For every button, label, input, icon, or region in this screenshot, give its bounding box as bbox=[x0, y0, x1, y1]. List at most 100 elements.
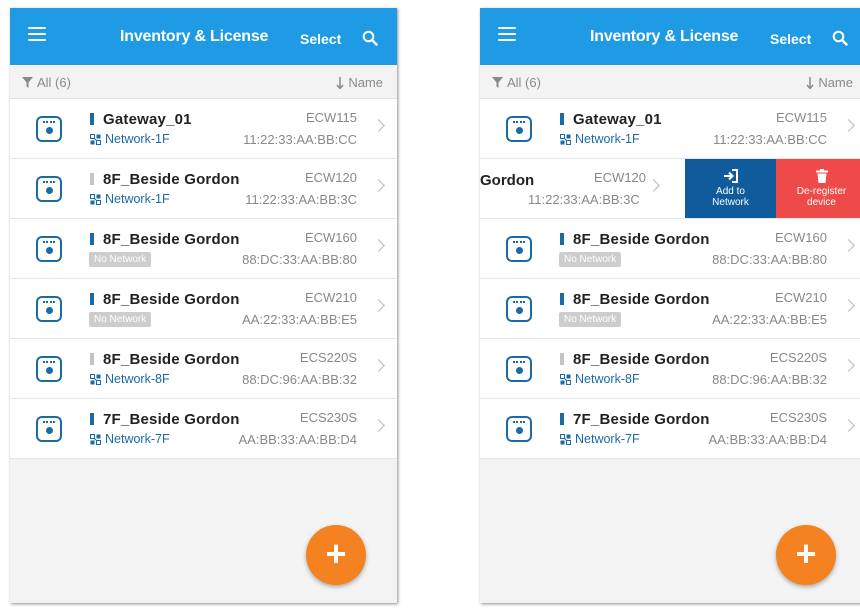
network-link[interactable]: Network-8F bbox=[560, 372, 640, 386]
list-item[interactable]: 8F_Beside Gordon No Network ECW160 88:DC… bbox=[480, 219, 860, 279]
list-item[interactable]: 8F_Beside Gordon Network-8F ECS220S 88:D… bbox=[10, 339, 397, 399]
chevron-right-icon bbox=[842, 359, 855, 372]
device-model: ECW160 bbox=[304, 230, 357, 245]
device-name: Gordon bbox=[480, 172, 535, 189]
network-link[interactable]: Network-1F bbox=[560, 132, 640, 146]
device-mac: AA:BB:33:AA:BB:D4 bbox=[238, 432, 357, 447]
device-mac: 88:DC:96:AA:BB:32 bbox=[242, 372, 357, 387]
add-to-network-label-line1: Add to bbox=[716, 186, 745, 197]
network-icon bbox=[560, 133, 571, 145]
network-link[interactable]: Network-7F bbox=[90, 432, 170, 446]
network-label: Network-8F bbox=[575, 372, 640, 386]
chevron-right-icon bbox=[372, 179, 385, 192]
device-model: ECS220S bbox=[299, 350, 357, 365]
app-bar: Inventory & License Select bbox=[480, 8, 860, 65]
network-link[interactable]: Network-8F bbox=[90, 372, 170, 386]
device-name: 8F_Beside Gordon bbox=[103, 291, 240, 308]
device-model: ECS230S bbox=[769, 410, 827, 425]
filter-button[interactable]: All (6) bbox=[492, 75, 541, 90]
device-mac: 88:DC:33:AA:BB:80 bbox=[712, 252, 827, 267]
network-icon bbox=[90, 433, 101, 445]
device-name: 7F_Beside Gordon bbox=[573, 411, 710, 428]
login-arrow-icon bbox=[723, 169, 738, 183]
access-point-icon bbox=[36, 296, 62, 322]
access-point-icon bbox=[506, 356, 532, 382]
filter-label: All (6) bbox=[507, 75, 541, 90]
no-network-badge: No Network bbox=[559, 312, 622, 327]
filter-bar: All (6) Name bbox=[480, 65, 860, 99]
chevron-right-icon bbox=[372, 299, 385, 312]
device-list: Gateway_01 Network-1F ECW115 11:22:33:AA… bbox=[10, 99, 397, 459]
sort-arrow-icon bbox=[806, 76, 814, 89]
chevron-right-icon bbox=[842, 419, 855, 432]
deregister-label-line2: device bbox=[807, 197, 836, 208]
network-link[interactable]: Network-1F bbox=[90, 132, 170, 146]
add-device-button[interactable]: + bbox=[776, 525, 836, 585]
sort-button[interactable]: Name bbox=[806, 75, 853, 90]
app-bar: Inventory & License Select bbox=[10, 8, 397, 65]
chevron-right-icon bbox=[372, 419, 385, 432]
network-link[interactable]: Network-1F bbox=[90, 192, 170, 206]
status-flag bbox=[90, 413, 94, 425]
device-model: ECS220S bbox=[769, 350, 827, 365]
list-item[interactable]: 8F_Beside Gordon Network-8F ECS220S 88:D… bbox=[480, 339, 860, 399]
device-name: 8F_Beside Gordon bbox=[103, 351, 240, 368]
swiped-list-item[interactable]: Gordon ECW120 11:22:33:AA:BB:3C Add to N… bbox=[480, 159, 860, 219]
add-to-network-button[interactable]: Add to Network bbox=[685, 159, 776, 218]
list-item[interactable]: Gateway_01 Network-1F ECW115 11:22:33:AA… bbox=[480, 99, 860, 159]
network-link[interactable]: Network-7F bbox=[560, 432, 640, 446]
status-flag bbox=[90, 353, 94, 365]
device-mac: 11:22:33:AA:BB:3C bbox=[528, 192, 640, 207]
list-item[interactable]: 8F_Beside Gordon No Network ECW160 88:DC… bbox=[10, 219, 397, 279]
chevron-right-icon bbox=[372, 359, 385, 372]
funnel-icon bbox=[22, 77, 33, 88]
device-list: Gateway_01 Network-1F ECW115 11:22:33:AA… bbox=[480, 99, 860, 459]
list-item[interactable]: 8F_Beside Gordon Network-1F ECW120 11:22… bbox=[10, 159, 397, 219]
device-model: ECW210 bbox=[304, 290, 357, 305]
status-flag bbox=[90, 293, 94, 305]
status-flag bbox=[90, 113, 94, 125]
device-model: ECW160 bbox=[774, 230, 827, 245]
deregister-label-line1: De-register bbox=[796, 186, 847, 197]
filter-bar: All (6) Name bbox=[10, 65, 397, 99]
no-network-badge: No Network bbox=[89, 252, 152, 267]
device-mac: 11:22:33:AA:BB:CC bbox=[713, 132, 827, 147]
status-flag bbox=[560, 293, 564, 305]
list-item[interactable]: 7F_Beside Gordon Network-7F ECS230S AA:B… bbox=[480, 399, 860, 459]
status-flag bbox=[560, 113, 564, 125]
network-label: Network-7F bbox=[105, 432, 170, 446]
device-name: 7F_Beside Gordon bbox=[103, 411, 240, 428]
network-icon bbox=[90, 193, 101, 205]
deregister-device-button[interactable]: De-register device bbox=[776, 159, 860, 218]
sort-button[interactable]: Name bbox=[336, 75, 383, 90]
list-item[interactable]: 7F_Beside Gordon Network-7F ECS230S AA:B… bbox=[10, 399, 397, 459]
filter-button[interactable]: All (6) bbox=[22, 75, 71, 90]
search-icon[interactable] bbox=[362, 30, 378, 46]
access-point-icon bbox=[36, 236, 62, 262]
device-name: 8F_Beside Gordon bbox=[573, 291, 710, 308]
sort-label: Name bbox=[818, 75, 853, 90]
network-icon bbox=[560, 433, 571, 445]
select-button[interactable]: Select bbox=[770, 31, 811, 47]
device-name: Gateway_01 bbox=[573, 111, 662, 128]
device-model: ECW115 bbox=[775, 110, 827, 125]
select-button[interactable]: Select bbox=[300, 31, 341, 47]
search-icon[interactable] bbox=[832, 30, 848, 46]
funnel-icon bbox=[492, 77, 503, 88]
hamburger-icon[interactable] bbox=[498, 27, 516, 41]
access-point-icon bbox=[506, 296, 532, 322]
add-device-button[interactable]: + bbox=[306, 525, 366, 585]
filter-label: All (6) bbox=[37, 75, 71, 90]
list-item[interactable]: Gateway_01 Network-1F ECW115 11:22:33:AA… bbox=[10, 99, 397, 159]
hamburger-icon[interactable] bbox=[28, 27, 46, 41]
add-to-network-label-line2: Network bbox=[712, 197, 749, 208]
access-point-icon bbox=[506, 416, 532, 442]
list-item[interactable]: 8F_Beside Gordon No Network ECW210 AA:22… bbox=[480, 279, 860, 339]
chevron-right-icon bbox=[372, 119, 385, 132]
network-label: Network-8F bbox=[105, 372, 170, 386]
list-item[interactable]: 8F_Beside Gordon No Network ECW210 AA:22… bbox=[10, 279, 397, 339]
network-icon bbox=[560, 373, 571, 385]
chevron-right-icon bbox=[842, 119, 855, 132]
device-name: 8F_Beside Gordon bbox=[573, 231, 710, 248]
device-name: Gateway_01 bbox=[103, 111, 192, 128]
